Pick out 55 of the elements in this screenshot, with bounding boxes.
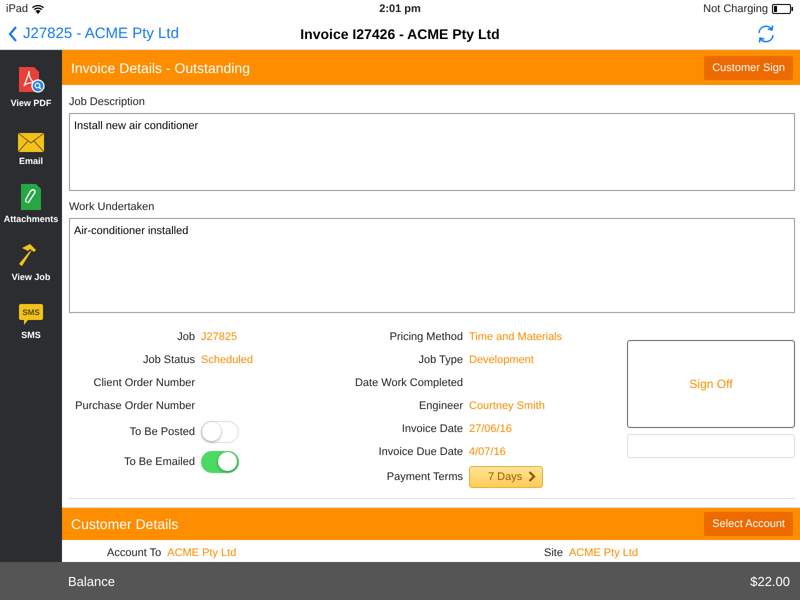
balance-amount: $22.00 [750,574,790,588]
field-label: Date Work Completed [354,376,463,388]
field-value: ACME Pty Ltd [568,547,638,559]
toggle-switch[interactable] [201,451,239,473]
field-value: 4/07/16 [469,446,507,458]
payment-terms-button[interactable]: 7 Days [469,466,544,488]
field-label: Job Description [69,96,146,108]
field-value: Scheduled [201,354,254,366]
field-label: Pricing Method [388,330,463,342]
sidebar-item[interactable]: Attachments [4,178,58,226]
text-area[interactable]: Install new air conditioner [69,113,795,191]
field-value: Time and Materials [469,330,564,342]
field-value: ACME Pty Ltd [167,547,236,559]
field-label: Invoice Date [400,422,463,434]
field-label: To Be Emailed [123,456,195,468]
field-label: Job Type [418,354,463,366]
field-label: Client Order Number [92,376,195,388]
chevron-left-icon [8,26,18,42]
field-value: Development [469,354,535,366]
field-label: Job [176,330,195,342]
field-label: Engineer [418,400,463,412]
field-label: Payment Terms [386,470,463,482]
toggle-switch[interactable] [201,421,239,443]
section-title: Customer Details [71,516,178,532]
sidebar-item[interactable]: View Job [12,236,50,284]
chevron-right-icon [528,471,536,482]
sidebar-item[interactable]: SMS SMS [19,294,43,342]
field-label: Site [544,547,563,559]
clock-time: 2:01 pm [379,3,421,15]
back-button[interactable]: J27825 - ACME Pty Ltd [8,25,179,42]
envelope-icon [18,133,44,152]
signature-field[interactable] [627,434,795,458]
field-label: Account To [107,547,162,559]
section-title: Invoice Details - Outstanding [71,60,250,76]
sms-bubble-icon: SMS [19,304,43,326]
field-value: Courtney Smith [469,400,546,412]
screen-title: Invoice I27426 - ACME Pty Ltd [300,26,500,42]
sidebar-item[interactable]: View PDF [10,62,52,110]
field-label: Invoice Due Date [378,446,463,458]
field-value: J27825 [201,330,238,342]
balance-label: Balance [68,574,115,588]
charging-status: Not Charging [703,3,768,15]
field-label: To Be Posted [128,426,195,438]
text-area[interactable]: Air-conditioner installed [69,218,795,313]
refresh-icon[interactable] [756,24,776,44]
battery-icon [772,4,794,14]
field-value: 27/06/16 [469,422,513,434]
wifi-icon [32,4,44,14]
pdf-document-icon [16,66,45,94]
sidebar-item[interactable]: Email [18,120,44,168]
device-name: iPad [6,3,28,15]
paperclip-document-icon [20,184,41,210]
field-label: Work Undertaken [69,201,156,213]
field-label: Job Status [142,354,195,366]
field-label: Purchase Order Number [74,400,195,412]
